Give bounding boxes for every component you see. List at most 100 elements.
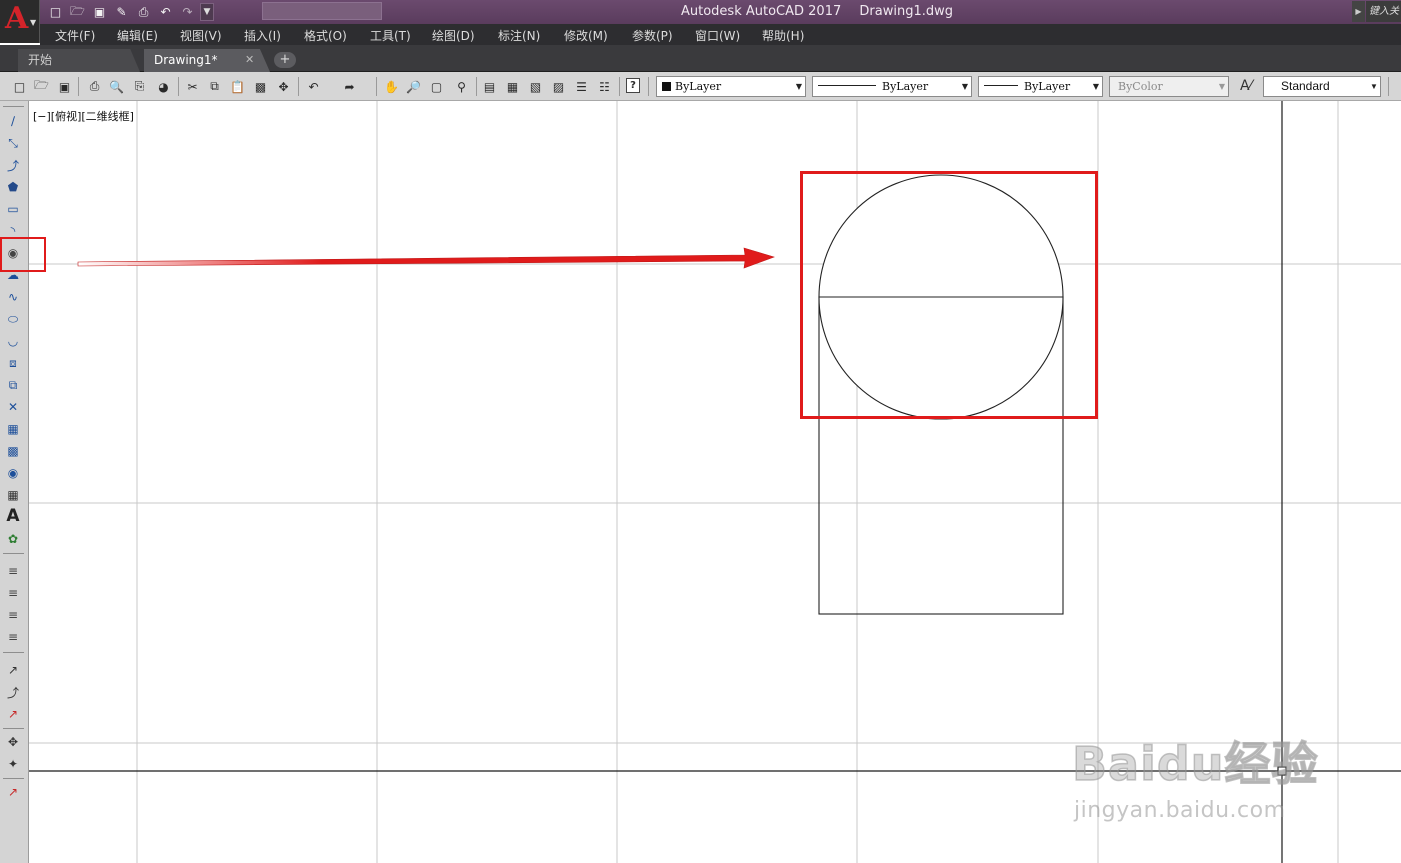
viewport-controls[interactable]: [−][俯视][二维线框] [33,108,134,124]
zoom-previous-icon[interactable]: ⚲ [453,78,470,95]
line-icon[interactable]: ∕ [4,112,22,130]
text-style-combo[interactable]: Standard ▼ [1263,76,1381,97]
extend-icon[interactable]: ↗ [4,705,22,723]
annotation-highlight-circle [800,171,1098,419]
redo-icon[interactable]: ➦ [341,78,358,95]
zoom-window-icon[interactable]: ▢ [428,78,445,95]
workspace-selector[interactable] [262,2,382,20]
construction-line-icon[interactable]: ⤡ [4,134,22,152]
trim-icon[interactable]: ⤴ [4,683,22,701]
menu-insert[interactable]: 插入(I) [244,27,281,44]
chevron-down-icon: ▼ [1370,82,1378,91]
chevron-down-icon: ▼ [1218,82,1226,91]
autocad-logo-icon: A [5,1,29,36]
search-input[interactable]: 键入关 [1366,1,1401,22]
menu-help[interactable]: 帮助(H) [762,27,804,44]
help-icon[interactable]: ? [626,78,640,93]
open-icon[interactable]: 🗁 [33,78,50,95]
menu-view[interactable]: 视图(V) [180,27,222,44]
file-tab-bar: 开始 Drawing1* ✕ [0,45,1401,72]
menu-dimension[interactable]: 标注(N) [498,27,540,44]
multiline-text-icon[interactable]: A [4,506,22,526]
color-combo[interactable]: ByLayer ▼ [656,76,806,97]
print-icon[interactable]: ⎙ [86,78,103,95]
layer-properties-icon[interactable]: ≡ [4,562,22,580]
zoom-realtime-icon[interactable]: 🔎 [405,78,422,95]
search-expand-icon[interactable]: ▶ [1352,1,1365,22]
add-selected-icon[interactable]: ✿ [4,530,22,548]
copy-icon[interactable]: ⧉ [206,78,223,95]
gradient-icon[interactable]: ▩ [4,442,22,460]
ellipse-arc-icon[interactable]: ◡ [4,332,22,350]
undo-icon[interactable]: ↶ [156,4,175,21]
spline-icon[interactable]: ∿ [4,288,22,306]
quick-access-toolbar: □ 🗁 ▣ ✎ ⎙ ↶ ↷ ▼ [46,3,214,21]
text-style-icon[interactable]: A⁄ [1240,78,1252,94]
hatch-icon[interactable]: ▦ [4,420,22,438]
cut-icon[interactable]: ✂ [184,78,201,95]
qat-dropdown-icon[interactable]: ▼ [200,3,214,21]
layer-state-icon[interactable]: ≡ [4,584,22,602]
grid-lines [29,101,1401,863]
match-properties-icon[interactable]: ✥ [275,78,292,95]
menu-parametric[interactable]: 参数(P) [632,27,673,44]
table-icon[interactable]: ▦ [4,486,22,504]
print-preview-icon[interactable]: 🔍 [108,78,125,95]
paste-block-icon[interactable]: ▩ [252,78,269,95]
quickcalc-icon[interactable]: ☷ [596,78,613,95]
insert-block-icon[interactable]: ⧈ [4,354,22,372]
draw-toolbar: ∕ ⤡ ⤴ ⬟ ▭ ◝ ◉ ☁ ∿ ⬭ ◡ ⧈ ⧉ ✕ ▦ ▩ ◉ ▦ A ✿ … [0,101,29,863]
redo-icon[interactable]: ↷ [178,4,197,21]
menu-draw[interactable]: 绘图(D) [432,27,475,44]
layer-previous-icon[interactable]: ≡ [4,606,22,624]
paste-icon[interactable]: 📋 [229,78,246,95]
save-as-icon[interactable]: ✎ [112,4,131,21]
tab-start[interactable]: 开始 [18,49,140,72]
linetype-combo[interactable]: ByLayer ▼ [812,76,972,97]
menu-window[interactable]: 窗口(W) [695,27,740,44]
close-icon[interactable]: ✕ [245,49,254,71]
plotstyle-combo[interactable]: ByColor ▼ [1109,76,1229,97]
new-icon[interactable]: □ [46,4,65,21]
file-name: Drawing1.dwg [859,4,953,19]
markup-icon[interactable]: ☰ [573,78,590,95]
pan-icon[interactable]: ✋ [383,78,400,95]
print-icon[interactable]: ⎙ [134,4,153,21]
autocad-window: □ 🗁 ▣ ✎ ⎙ ↶ ↷ ▼ Autodesk AutoCAD 2017 Dr… [0,0,1401,863]
app-title: Autodesk AutoCAD 2017 [681,4,842,19]
polygon-icon[interactable]: ⬟ [4,178,22,196]
tool-palettes-icon[interactable]: ▧ [527,78,544,95]
copy-object-icon[interactable]: ✦ [4,755,22,773]
menu-modify[interactable]: 修改(M) [564,27,608,44]
lineweight-combo[interactable]: ByLayer ▼ [978,76,1103,97]
design-center-icon[interactable]: ▦ [504,78,521,95]
publish-3d-icon[interactable]: ◕ [155,78,172,95]
ellipse-icon[interactable]: ⬭ [4,310,22,328]
publish-icon[interactable]: ⎘ [131,78,148,95]
rectangle-icon[interactable]: ▭ [4,200,22,218]
color-swatch-icon [662,82,671,91]
properties-icon[interactable]: ▤ [481,78,498,95]
menu-file[interactable]: 文件(F) [55,27,95,44]
menu-tools[interactable]: 工具(T) [370,27,411,44]
open-icon[interactable]: 🗁 [68,4,87,21]
save-icon[interactable]: ▣ [90,4,109,21]
save-icon[interactable]: ▣ [56,78,73,95]
point-icon[interactable]: ✕ [4,398,22,416]
application-menu-button[interactable]: A ▼ [0,0,40,43]
polyline-icon[interactable]: ⤴ [4,156,22,174]
menu-edit[interactable]: 编辑(E) [117,27,158,44]
color-combo-value: ByLayer [675,80,722,93]
new-icon[interactable]: □ [11,78,28,95]
region-icon[interactable]: ◉ [4,464,22,482]
new-tab-button[interactable]: + [274,52,296,68]
sheet-set-icon[interactable]: ▨ [550,78,567,95]
layer-isolate-icon[interactable]: ≡ [4,628,22,646]
move-icon[interactable]: ✥ [4,733,22,751]
make-block-icon[interactable]: ⧉ [4,376,22,394]
menu-format[interactable]: 格式(O) [304,27,347,44]
drawing-canvas[interactable] [29,101,1401,863]
sketch-edit-icon[interactable]: ↗ [4,661,22,679]
measure-icon[interactable]: ↗ [4,783,22,801]
undo-icon[interactable]: ↶ [305,78,322,95]
